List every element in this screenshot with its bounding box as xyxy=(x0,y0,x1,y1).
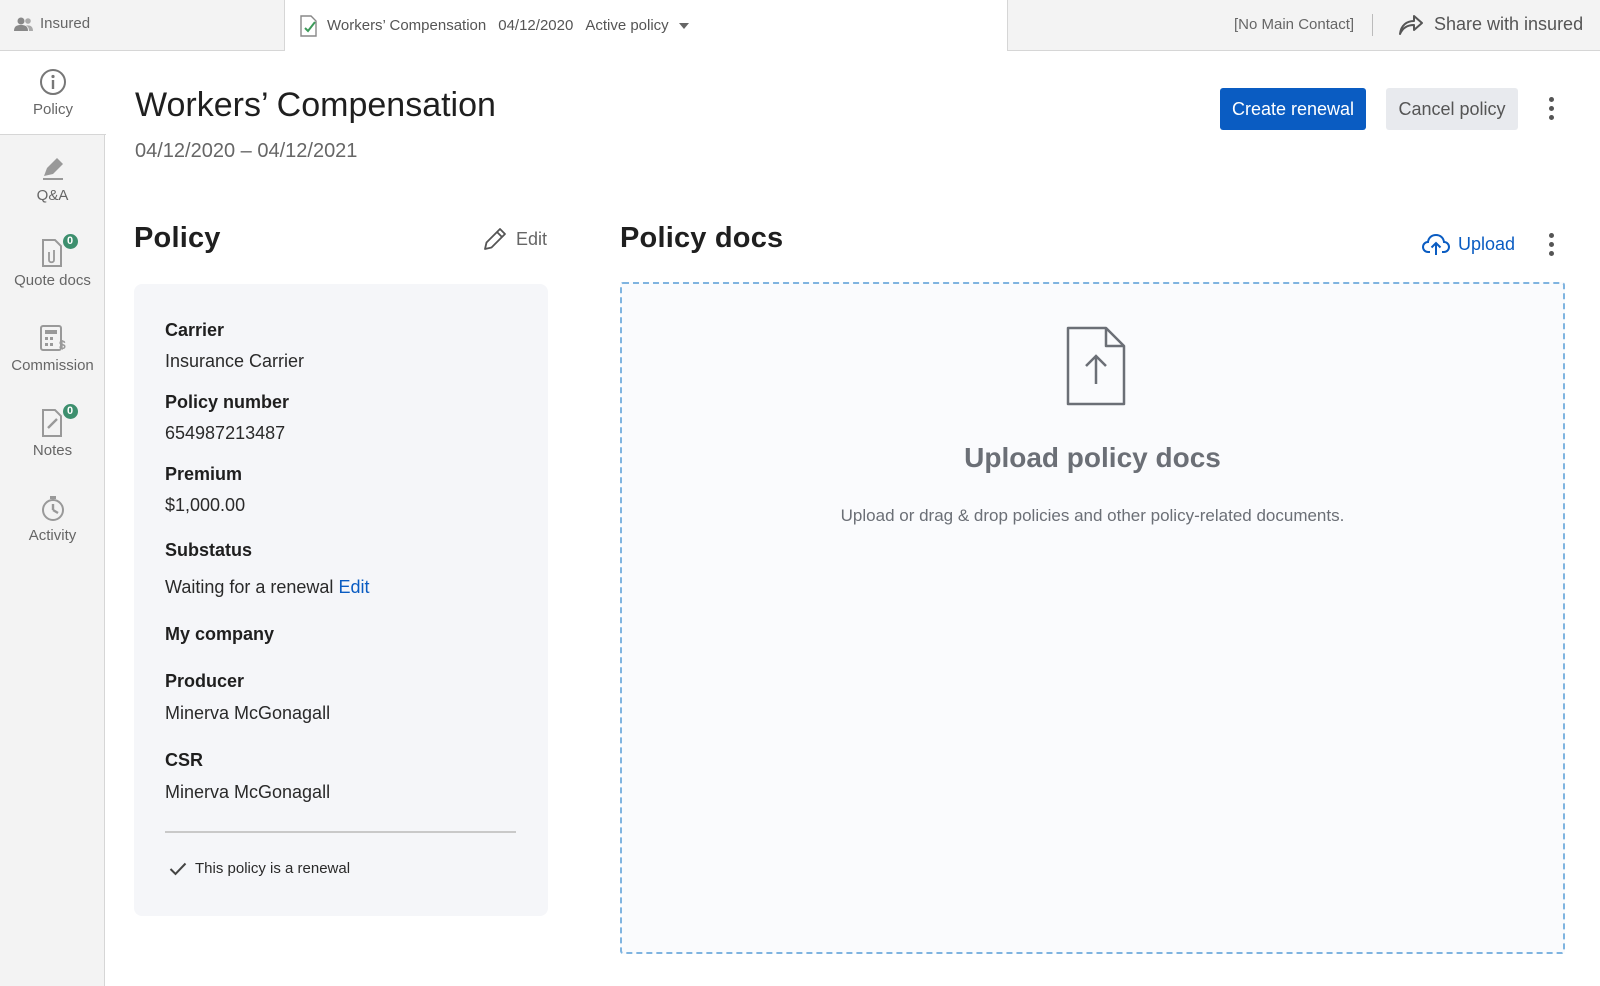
pen-icon xyxy=(42,157,63,180)
sidebar-item-label: Activity xyxy=(28,526,77,544)
sidebar-item-label: Q&A xyxy=(36,186,69,204)
sidebar: Policy Q&A 0 Quote docs $ Commission 0 N… xyxy=(0,51,106,986)
checkmark-icon xyxy=(169,862,187,875)
more-options-icon[interactable] xyxy=(1541,94,1561,122)
notes-badge: 0 xyxy=(60,401,80,421)
topbar-divider xyxy=(1372,14,1373,36)
policy-tab-name: Workers’ Compensation xyxy=(327,17,487,34)
share-with-insured-button[interactable]: Share with insured xyxy=(1398,12,1583,36)
policy-edit-button[interactable]: Edit xyxy=(482,226,547,252)
premium-label: Premium xyxy=(165,464,243,484)
main-contact[interactable]: [No Main Contact] xyxy=(1234,16,1354,33)
upload-button[interactable]: Upload xyxy=(1422,232,1515,256)
renewal-note: This policy is a renewal xyxy=(195,860,351,877)
policy-tab-status: Active policy xyxy=(585,17,669,34)
carrier-label: Carrier xyxy=(165,320,225,340)
sidebar-item-label: Policy xyxy=(32,101,73,118)
pencil-icon xyxy=(484,228,506,250)
substatus-row: Waiting for a renewal Edit xyxy=(165,577,369,598)
dropzone-subtitle: Upload or drag & drop policies and other… xyxy=(840,506,1345,525)
sidebar-item-activity[interactable]: Activity xyxy=(0,476,105,560)
share-label: Share with insured xyxy=(1434,13,1584,34)
file-upload-icon xyxy=(1066,326,1126,406)
create-renewal-button[interactable]: Create renewal xyxy=(1220,88,1366,130)
calculator-icon: $ xyxy=(39,324,66,352)
policy-docs-title: Policy docs xyxy=(620,222,784,254)
sidebar-item-label: Commission xyxy=(11,356,94,374)
producer-label: Producer xyxy=(165,671,245,691)
info-icon xyxy=(40,69,66,95)
cancel-policy-button[interactable]: Cancel policy xyxy=(1386,88,1518,130)
policy-details-card: Carrier Insurance Carrier Policy number … xyxy=(134,284,548,916)
sidebar-item-label: Notes xyxy=(32,441,73,459)
substatus-edit-link[interactable]: Edit xyxy=(338,577,369,597)
policy-number-value: 654987213487 xyxy=(165,423,286,443)
policy-number-label: Policy number xyxy=(165,392,290,412)
svg-text:$: $ xyxy=(59,338,66,352)
policy-document-icon xyxy=(300,14,317,37)
quote-docs-badge: 0 xyxy=(60,231,80,251)
policy-tab[interactable]: Workers’ Compensation 04/12/2020 Active … xyxy=(284,0,1008,51)
sidebar-item-notes[interactable]: 0 Notes xyxy=(0,391,105,475)
csr-label: CSR xyxy=(165,750,204,770)
sidebar-item-commission[interactable]: $ Commission xyxy=(0,306,105,390)
substatus-label: Substatus xyxy=(165,540,253,560)
policy-edit-label: Edit xyxy=(516,228,548,249)
policy-dates: 04/12/2020 – 04/12/2021 xyxy=(135,140,358,162)
insured-label: Insured xyxy=(40,15,91,32)
dropzone-title: Upload policy docs xyxy=(964,442,1221,473)
page-title: Workers’ Compensation xyxy=(135,86,496,124)
docs-more-options-icon[interactable] xyxy=(1541,230,1561,258)
premium-value: $1,000.00 xyxy=(165,495,246,515)
carrier-value: Insurance Carrier xyxy=(165,351,305,371)
sidebar-item-label: Quote docs xyxy=(14,271,91,289)
producer-value: Minerva McGonagall xyxy=(165,703,331,723)
share-icon xyxy=(1399,15,1423,35)
top-bar: Insured Workers’ Compensation 04/12/2020… xyxy=(0,0,1600,51)
sidebar-item-qa[interactable]: Q&A xyxy=(0,136,105,220)
sidebar-item-policy[interactable]: Policy xyxy=(0,51,106,135)
sidebar-item-quote-docs[interactable]: 0 Quote docs xyxy=(0,221,105,305)
chevron-down-icon[interactable] xyxy=(678,22,689,29)
renewal-indicator: This policy is a renewal xyxy=(169,860,350,877)
substatus-value: Waiting for a renewal xyxy=(165,577,334,597)
cloud-upload-icon xyxy=(1422,233,1450,255)
my-company-heading: My company xyxy=(165,624,275,644)
users-icon xyxy=(14,17,33,31)
upload-label: Upload xyxy=(1458,233,1516,254)
policy-tab-date: 04/12/2020 xyxy=(498,17,574,34)
stopwatch-icon xyxy=(41,495,64,521)
insured-tab[interactable]: Insured xyxy=(14,15,90,32)
policy-section-title: Policy xyxy=(134,222,221,254)
upload-dropzone[interactable]: Upload policy docs Upload or drag & drop… xyxy=(620,282,1565,954)
card-divider xyxy=(165,831,516,833)
csr-value: Minerva McGonagall xyxy=(165,782,331,802)
